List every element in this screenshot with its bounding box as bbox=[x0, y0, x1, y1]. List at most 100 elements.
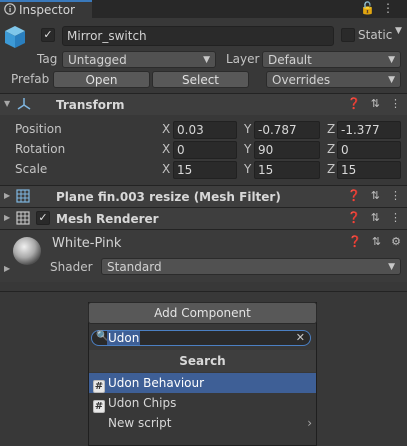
lock-icon[interactable]: 🔓 bbox=[360, 1, 382, 15]
active-checkbox[interactable]: ✓ bbox=[41, 28, 55, 42]
axis-z-label[interactable]: Z bbox=[327, 122, 335, 136]
transform-header[interactable]: ▼ Transform ❓ ⇅ ⋮ bbox=[0, 94, 407, 115]
preset-icon[interactable]: ⇅ bbox=[371, 97, 380, 110]
preset-icon[interactable]: ⇅ bbox=[371, 211, 380, 224]
window-titlebar: Inspector 🔓⋮ bbox=[0, 0, 407, 18]
axis-x-label[interactable]: X bbox=[162, 142, 170, 156]
shader-dropdown[interactable]: Standard ▼ bbox=[101, 258, 401, 275]
tab-inspector[interactable]: Inspector bbox=[0, 0, 92, 18]
mesh-renderer-header[interactable]: ▶ ✓ Mesh Renderer ❓ ⇅ ⋮ bbox=[0, 208, 407, 229]
mesh-renderer-title: Mesh Renderer bbox=[56, 212, 159, 226]
add-component-button[interactable]: Add Component bbox=[88, 302, 317, 324]
more-icon[interactable]: ⋮ bbox=[382, 1, 401, 15]
chevron-down-icon: ▼ bbox=[388, 262, 395, 272]
chevron-right-icon: › bbox=[307, 416, 312, 430]
scale-y-field[interactable]: 15 bbox=[254, 161, 320, 179]
prefab-label: Prefab bbox=[11, 72, 50, 86]
gameobject-cube-icon bbox=[5, 26, 25, 48]
material-name: White-Pink bbox=[52, 236, 122, 251]
list-item[interactable]: New script › bbox=[89, 413, 316, 433]
prefab-open-button[interactable]: Open bbox=[53, 71, 150, 88]
info-icon bbox=[4, 3, 16, 15]
component-search-field[interactable]: 🔍 Udon ✕ bbox=[91, 330, 311, 346]
scale-x-field[interactable]: 15 bbox=[173, 161, 237, 179]
position-y-field[interactable]: -0.787 bbox=[254, 121, 320, 139]
foldout-expanded-icon[interactable]: ▼ bbox=[4, 99, 10, 108]
layer-dropdown[interactable]: Default ▼ bbox=[262, 51, 401, 68]
script-icon: # bbox=[93, 380, 105, 393]
chevron-down-icon: ▼ bbox=[203, 55, 210, 65]
mesh-filter-title: Plane fin.003 resize (Mesh Filter) bbox=[56, 190, 281, 204]
mesh-renderer-enabled-checkbox[interactable]: ✓ bbox=[36, 211, 50, 225]
list-item[interactable]: # Udon Chips bbox=[89, 393, 316, 413]
axis-x-label[interactable]: X bbox=[162, 162, 170, 176]
context-menu-icon[interactable]: ⋮ bbox=[390, 211, 401, 224]
prefab-overrides-dropdown[interactable]: Overrides ▼ bbox=[266, 71, 401, 88]
position-x-field[interactable]: 0.03 bbox=[173, 121, 237, 139]
foldout-collapsed-icon[interactable]: ▶ bbox=[4, 264, 10, 273]
help-icon[interactable]: ❓ bbox=[347, 97, 361, 110]
static-dropdown-icon[interactable]: ▼ bbox=[395, 26, 402, 36]
rotation-x-field[interactable]: 0 bbox=[173, 141, 237, 159]
search-input-text[interactable]: Udon bbox=[107, 331, 141, 345]
rotation-y-field[interactable]: 90 bbox=[254, 141, 320, 159]
axis-y-label[interactable]: Y bbox=[244, 162, 251, 176]
mesh-renderer-icon bbox=[16, 211, 30, 225]
component-header-icons: ❓ ⇅ ⋮ bbox=[337, 189, 401, 202]
clear-search-icon[interactable]: ✕ bbox=[296, 331, 305, 345]
settings-icon[interactable]: ⚙ bbox=[391, 235, 401, 248]
help-icon[interactable]: ❓ bbox=[348, 235, 362, 248]
axis-y-label[interactable]: Y bbox=[244, 142, 251, 156]
help-icon[interactable]: ❓ bbox=[347, 189, 361, 202]
divider bbox=[0, 291, 407, 292]
mesh-filter-header[interactable]: ▶ Plane fin.003 resize (Mesh Filter) ❓ ⇅ ⋮ bbox=[0, 186, 407, 207]
layer-value: Default bbox=[268, 53, 312, 67]
static-label: Static bbox=[358, 28, 393, 42]
window-controls: 🔓⋮ bbox=[360, 1, 401, 15]
object-name-text: Mirror_switch bbox=[67, 29, 147, 43]
position-z-field[interactable]: -1.377 bbox=[337, 121, 401, 139]
rotation-label: Rotation bbox=[15, 142, 66, 156]
list-item-label: New script bbox=[108, 416, 172, 430]
search-results-header: Search bbox=[89, 350, 316, 372]
list-item-label: Udon Chips bbox=[108, 396, 177, 410]
rotation-z-field[interactable]: 0 bbox=[337, 141, 401, 159]
object-name-field[interactable]: Mirror_switch bbox=[62, 26, 334, 46]
preset-icon[interactable]: ⇅ bbox=[372, 235, 381, 248]
list-item[interactable]: # Udon Behaviour bbox=[89, 373, 316, 393]
tag-value: Untagged bbox=[68, 53, 127, 67]
tag-dropdown[interactable]: Untagged ▼ bbox=[62, 51, 216, 68]
tag-label: Tag bbox=[37, 52, 58, 66]
axis-z-label[interactable]: Z bbox=[327, 162, 335, 176]
transform-axes-icon bbox=[17, 98, 31, 110]
context-menu-icon[interactable]: ⋮ bbox=[390, 189, 401, 202]
mesh-filter-icon bbox=[16, 189, 30, 203]
axis-x-label[interactable]: X bbox=[162, 122, 170, 136]
position-label: Position bbox=[15, 122, 62, 136]
prefab-select-button[interactable]: Select bbox=[152, 71, 249, 88]
axis-z-label[interactable]: Z bbox=[327, 142, 335, 156]
context-menu-icon[interactable]: ⋮ bbox=[390, 97, 401, 110]
transform-title: Transform bbox=[56, 98, 125, 112]
material-header-icons: ❓ ⇅ ⚙ bbox=[338, 235, 401, 248]
layer-label: Layer bbox=[226, 52, 260, 66]
chevron-down-icon: ▼ bbox=[388, 75, 395, 85]
shader-label: Shader bbox=[50, 260, 93, 274]
axis-y-label[interactable]: Y bbox=[244, 122, 251, 136]
overrides-value: Overrides bbox=[272, 73, 331, 87]
shader-value: Standard bbox=[107, 260, 162, 274]
script-icon: # bbox=[93, 400, 105, 413]
help-icon[interactable]: ❓ bbox=[347, 211, 361, 224]
foldout-collapsed-icon[interactable]: ▶ bbox=[4, 213, 10, 222]
list-item-label: Udon Behaviour bbox=[108, 376, 205, 390]
preset-icon[interactable]: ⇅ bbox=[371, 189, 380, 202]
component-header-icons: ❓ ⇅ ⋮ bbox=[337, 211, 401, 224]
chevron-down-icon: ▼ bbox=[388, 55, 395, 65]
material-sphere-icon bbox=[13, 237, 41, 265]
scale-z-field[interactable]: 15 bbox=[337, 161, 401, 179]
tab-label: Inspector bbox=[19, 3, 75, 17]
scale-label: Scale bbox=[15, 162, 48, 176]
foldout-collapsed-icon[interactable]: ▶ bbox=[4, 191, 10, 200]
component-header-icons: ❓ ⇅ ⋮ bbox=[337, 97, 401, 110]
static-checkbox[interactable] bbox=[341, 28, 355, 42]
